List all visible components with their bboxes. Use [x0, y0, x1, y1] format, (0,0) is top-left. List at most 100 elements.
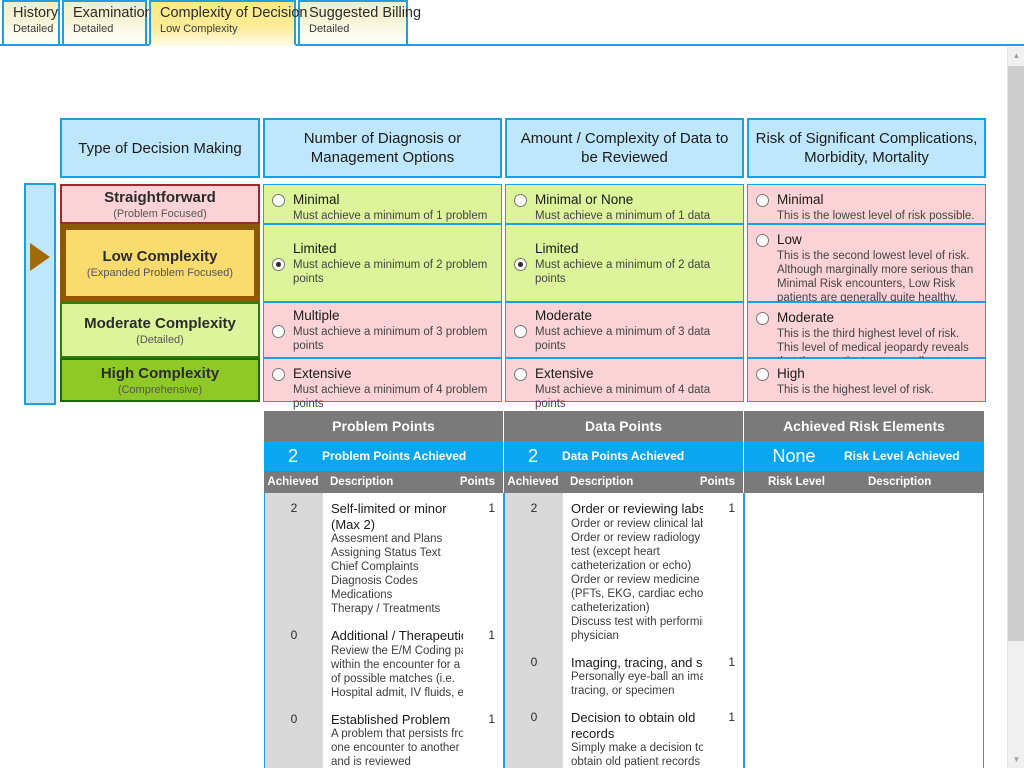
tab-history-subtitle: Detailed	[13, 23, 54, 35]
option-data-limited-desc: Must achieve a minimum of 2 data points	[535, 258, 711, 285]
option-risk-minimal-desc: This is the lowest level of risk possibl…	[777, 210, 975, 222]
tab-examination-title: Examination	[73, 5, 153, 21]
tab-examination[interactable]: Examination Detailed	[62, 0, 153, 44]
row-selector-bar[interactable]	[24, 183, 56, 405]
option-risk-moderate[interactable]: Moderate This is the third highest level…	[747, 302, 986, 382]
data-row-0-achieved: 2	[505, 493, 563, 647]
risk-level-achieved-value: None	[772, 445, 816, 466]
option-diagnosis-extensive[interactable]: Extensive Must achieve a minimum of 4 pr…	[263, 358, 502, 410]
vertical-scrollbar[interactable]: ▲ ▼	[1007, 47, 1024, 768]
problem-col-description: Description	[330, 476, 394, 488]
option-risk-high[interactable]: High This is the highest level of risk.	[747, 358, 986, 402]
data-col-description: Description	[570, 476, 634, 488]
radio-diagnosis-extensive[interactable]	[272, 368, 285, 381]
option-diagnosis-extensive-desc: Must achieve a minimum of 4 problem poin…	[293, 384, 488, 410]
option-data-extensive[interactable]: Extensive Must achieve a minimum of 4 da…	[505, 358, 744, 410]
option-risk-low-label: Low	[777, 232, 802, 247]
data-row-1-subline-1: tracing, or specimen	[571, 685, 675, 697]
problem-row-0-subline-5: Therapy / Treatments	[331, 603, 441, 615]
tab-examination-subtitle: Detailed	[73, 23, 114, 35]
matrix-header-type-of-decision-making: Type of Decision Making	[60, 118, 260, 178]
option-data-moderate-label: Moderate	[535, 307, 593, 323]
problem-row-1-description: Additional / Therapeutic Review the E/M …	[323, 620, 467, 704]
data-col-achieved: Achieved	[507, 476, 559, 488]
type-cell-high-complexity-subtitle: (Comprehensive)	[117, 383, 203, 396]
scroll-up-arrow-icon[interactable]: ▲	[1008, 47, 1024, 64]
table-row[interactable]: 2 Self-limited or minor (Max 2) Assesmen…	[265, 493, 503, 620]
tab-history[interactable]: History Detailed	[2, 0, 60, 44]
data-row-0-subline-0: Order or review clinical lab tes	[571, 517, 703, 530]
data-row-0-subline-3: catheterization or echo)	[571, 559, 692, 572]
radio-diagnosis-minimal[interactable]	[272, 194, 285, 207]
radio-risk-high[interactable]	[756, 368, 769, 381]
tab-complexity-of-decision-title: Complexity of Decision	[160, 5, 308, 21]
table-row[interactable]: 0 Additional / Therapeutic Review the E/…	[265, 620, 503, 704]
radio-diagnosis-limited[interactable]	[272, 257, 285, 271]
data-row-2-subline-0: Simply make a decision to	[571, 742, 703, 754]
data-row-1-title: Imaging, tracing, and spec	[571, 654, 703, 670]
tab-suggested-billing[interactable]: Suggested Billing Detailed	[298, 0, 421, 44]
data-row-1-subline-0: Personally eye-ball an image,	[571, 671, 703, 683]
table-row[interactable]: 0 Established Problem A problem that per…	[265, 703, 503, 768]
decision-matrix: Type of Decision Making Number of Diagno…	[60, 118, 986, 410]
option-data-limited-label: Limited	[535, 240, 579, 256]
tab-complexity-of-decision-subtitle: Low Complexity	[160, 23, 238, 35]
problem-row-2-subline-0: A problem that persists from	[331, 728, 463, 740]
option-diagnosis-extensive-label: Extensive	[293, 366, 352, 381]
matrix-header-amount-complexity-of-data: Amount / Complexity of Data to be Review…	[505, 118, 744, 178]
data-points-achieved-bar: 2 Data Points Achieved	[504, 441, 744, 471]
type-cell-straightforward[interactable]: Straightforward (Problem Focused)	[60, 184, 260, 224]
option-data-moderate[interactable]: Moderate Must achieve a minimum of 3 dat…	[505, 302, 744, 358]
option-diagnosis-minimal[interactable]: Minimal Must achieve a minimum of 1 prob…	[263, 184, 502, 236]
data-row-2-subline-1: obtain old patient records	[571, 756, 701, 768]
option-data-extensive-desc: Must achieve a minimum of 4 data points	[535, 384, 711, 410]
problem-points-table: Problem Points 2 Problem Points Achieved…	[264, 411, 504, 768]
type-cell-high-complexity[interactable]: High Complexity (Comprehensive)	[60, 358, 260, 402]
table-row[interactable]: 0 Imaging, tracing, and spec Personally …	[505, 646, 743, 702]
data-points-body: 2 Order or reviewing labs Order or revie…	[504, 493, 744, 768]
option-data-limited[interactable]: Limited Must achieve a minimum of 2 data…	[505, 224, 744, 302]
data-points-achieved-label: Data Points Achieved	[562, 449, 685, 463]
problem-row-1-subline-0: Review the E/M Coding page	[331, 644, 463, 657]
problem-row-0-description: Self-limited or minor (Max 2) Assesment …	[323, 493, 467, 620]
radio-risk-low[interactable]	[756, 234, 769, 247]
scroll-down-arrow-icon[interactable]: ▼	[1008, 751, 1024, 768]
problem-row-2-subline-1: one encounter to another	[331, 742, 460, 754]
problem-row-0-subline-3: Diagnosis Codes	[331, 575, 418, 587]
data-row-2-points: 1	[728, 710, 735, 724]
problem-row-2-subline-2: and is reviewed	[331, 756, 411, 768]
option-risk-low[interactable]: Low This is the second lowest level of r…	[747, 224, 986, 304]
radio-diagnosis-multiple[interactable]	[272, 324, 285, 338]
option-risk-minimal-label: Minimal	[777, 192, 824, 207]
option-diagnosis-limited-label: Limited	[293, 240, 337, 256]
problem-col-points: Points	[459, 476, 495, 488]
radio-risk-moderate[interactable]	[756, 312, 769, 325]
option-data-minimal-or-none[interactable]: Minimal or None Must achieve a minimum o…	[505, 184, 744, 236]
scrollbar-thumb[interactable]	[1008, 66, 1024, 641]
problem-row-0-title: Self-limited or minor (Max 2)	[331, 501, 447, 532]
option-risk-minimal[interactable]: Minimal This is the lowest level of risk…	[747, 184, 986, 224]
option-data-minimal-or-none-label: Minimal or None	[535, 192, 634, 207]
problem-row-1-subline-3: Hospital admit, IV fluids, etc.)	[331, 686, 463, 699]
option-risk-low-desc: This is the second lowest level of risk.…	[777, 250, 974, 304]
option-diagnosis-multiple[interactable]: Multiple Must achieve a minimum of 3 pro…	[263, 302, 502, 358]
radio-risk-minimal[interactable]	[756, 194, 769, 207]
radio-data-limited[interactable]	[514, 257, 527, 271]
table-row[interactable]: 0 Decision to obtain old records Simply …	[505, 702, 743, 768]
radio-data-extensive[interactable]	[514, 368, 527, 381]
type-cell-moderate-complexity[interactable]: Moderate Complexity (Detailed)	[60, 302, 260, 358]
data-row-2-description: Decision to obtain old records Simply ma…	[563, 702, 707, 768]
data-row-0-subline-6: catheterization)	[571, 601, 650, 614]
option-diagnosis-multiple-label: Multiple	[293, 307, 340, 323]
option-diagnosis-limited[interactable]: Limited Must achieve a minimum of 2 prob…	[263, 224, 502, 302]
type-cell-low-complexity-subtitle: (Expanded Problem Focused)	[86, 266, 234, 279]
table-row[interactable]: 2 Order or reviewing labs Order or revie…	[505, 493, 743, 647]
data-row-0-description: Order or reviewing labs Order or review …	[563, 493, 707, 647]
tab-complexity-of-decision[interactable]: Complexity of Decision Low Complexity	[149, 0, 308, 46]
radio-data-minimal-or-none[interactable]	[514, 194, 527, 207]
type-cell-low-complexity[interactable]: Low Complexity (Expanded Problem Focused…	[60, 224, 260, 302]
problem-row-2-title: Established Problem	[331, 711, 451, 727]
radio-data-moderate[interactable]	[514, 324, 527, 338]
type-cell-moderate-complexity-subtitle: (Detailed)	[136, 333, 184, 346]
data-points-achieved-value: 2	[527, 445, 538, 466]
